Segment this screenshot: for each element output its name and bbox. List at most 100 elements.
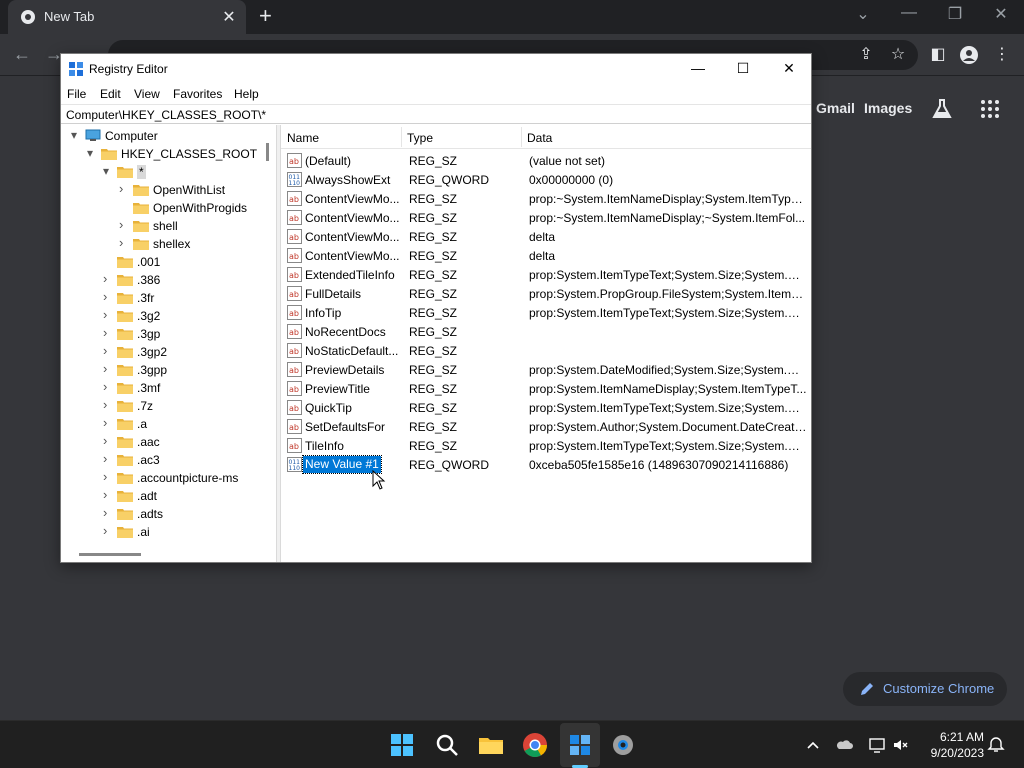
- table-row[interactable]: ab ExtendedTileInfo REG_SZ prop:System.Item…: [281, 265, 811, 284]
- bookmark-star-icon[interactable]: ☆: [886, 44, 910, 64]
- tree-collapsed-chevron-icon[interactable]: ›: [103, 487, 113, 502]
- onedrive-icon[interactable]: [836, 736, 854, 754]
- tree-collapsed-chevron-icon[interactable]: ›: [103, 469, 113, 484]
- browser-close-icon[interactable]: ✕: [986, 4, 1016, 24]
- menu-file[interactable]: File: [67, 87, 86, 101]
- browser-tab-new-tab[interactable]: New Tab ✕: [8, 0, 246, 34]
- tree-collapsed-chevron-icon[interactable]: ›: [103, 433, 113, 448]
- browser-minimize-icon[interactable]: —: [894, 4, 924, 22]
- table-row[interactable]: ab ContentViewMo... REG_SZ delta: [281, 227, 811, 246]
- browser-restore-icon[interactable]: ❐: [940, 4, 970, 24]
- volume-muted-icon[interactable]: [892, 736, 910, 754]
- tree-node-label: OpenWithProgids: [153, 201, 248, 215]
- tree-collapsed-chevron-icon[interactable]: ›: [103, 289, 113, 304]
- menu-edit[interactable]: Edit: [100, 87, 121, 101]
- tree-collapsed-chevron-icon[interactable]: ›: [103, 361, 113, 376]
- tree-collapsed-chevron-icon[interactable]: ›: [103, 397, 113, 412]
- tree-collapsed-chevron-icon[interactable]: ›: [103, 307, 113, 322]
- column-header-data[interactable]: Data: [527, 131, 552, 145]
- tree-collapsed-chevron-icon[interactable]: ›: [103, 523, 113, 538]
- chrome-app-icon[interactable]: [519, 729, 551, 761]
- tree-expanded-chevron-icon[interactable]: ▾: [87, 146, 97, 160]
- column-separator[interactable]: [401, 127, 402, 147]
- tree-collapsed-chevron-icon[interactable]: ›: [103, 505, 113, 520]
- customize-chrome-button[interactable]: Customize Chrome: [843, 672, 1007, 706]
- regedit-address-bar[interactable]: Computer\HKEY_CLASSES_ROOT\*: [61, 104, 811, 124]
- menu-help[interactable]: Help: [234, 87, 259, 101]
- regedit-maximize-icon[interactable]: ☐: [720, 54, 766, 84]
- regedit-taskbar-icon[interactable]: [564, 729, 596, 761]
- tree-collapsed-chevron-icon[interactable]: ›: [103, 343, 113, 358]
- search-icon[interactable]: [431, 729, 463, 761]
- table-row[interactable]: ab QuickTip REG_SZ prop:System.ItemTypeText…: [281, 398, 811, 417]
- tree-node-label: .adt: [137, 489, 158, 503]
- tab-search-chevron-icon[interactable]: ⌄: [848, 4, 878, 24]
- images-link[interactable]: Images: [864, 100, 912, 116]
- tree-collapsed-chevron-icon[interactable]: ›: [119, 217, 129, 232]
- value-name-edit-field[interactable]: New Value #1: [302, 455, 382, 474]
- column-separator[interactable]: [521, 127, 522, 147]
- gmail-link[interactable]: Gmail: [816, 100, 855, 116]
- tree-expanded-chevron-icon[interactable]: ▾: [71, 128, 81, 142]
- menu-view[interactable]: View: [134, 87, 160, 101]
- notification-bell-icon[interactable]: [987, 736, 1005, 754]
- menu-favorites[interactable]: Favorites: [173, 87, 222, 101]
- svg-text:ab: ab: [289, 347, 299, 356]
- table-row[interactable]: ab ContentViewMo... REG_SZ delta: [281, 246, 811, 265]
- tray-chevron-up-icon[interactable]: [804, 736, 822, 754]
- taskbar-clock[interactable]: 6:21 AM 9/20/2023: [922, 729, 984, 761]
- table-row[interactable]: ab ContentViewMo... REG_SZ prop:~System.Ite…: [281, 208, 811, 227]
- tree-horizontal-scrollbar[interactable]: [61, 547, 261, 562]
- column-header-name[interactable]: Name: [287, 131, 319, 145]
- tree-horizontal-scroll-thumb[interactable]: [79, 553, 141, 556]
- new-tab-icon[interactable]: +: [259, 4, 272, 28]
- table-row[interactable]: ab PreviewTitle REG_SZ prop:System.ItemName…: [281, 379, 811, 398]
- string-value-icon: ab: [287, 400, 302, 415]
- table-row[interactable]: ab (Default) REG_SZ (value not set): [281, 151, 811, 170]
- share-icon[interactable]: ⇪: [854, 44, 878, 64]
- tree-collapsed-chevron-icon[interactable]: ›: [103, 451, 113, 466]
- table-row[interactable]: 011 110 New Value #1 REG_QWORD 0xceba505fe15…: [281, 455, 811, 474]
- folder-icon: [117, 401, 133, 412]
- regedit-minimize-icon[interactable]: —: [675, 54, 721, 84]
- tree-collapsed-chevron-icon[interactable]: ›: [119, 181, 129, 196]
- table-row[interactable]: ab ContentViewMo... REG_SZ prop:~System.Ite…: [281, 189, 811, 208]
- regedit-close-icon[interactable]: ✕: [766, 54, 812, 84]
- side-panel-icon[interactable]: ◧: [926, 44, 950, 64]
- profile-avatar-icon[interactable]: [960, 46, 978, 64]
- settings-gear-icon[interactable]: [607, 729, 639, 761]
- table-row[interactable]: ab SetDefaultsFor REG_SZ prop:System.Author…: [281, 417, 811, 436]
- tree-vertical-scroll-thumb[interactable]: [266, 143, 269, 161]
- value-type: REG_SZ: [409, 249, 458, 263]
- start-windows-icon[interactable]: [386, 729, 418, 761]
- tree-collapsed-chevron-icon[interactable]: ›: [103, 379, 113, 394]
- table-row[interactable]: ab FullDetails REG_SZ prop:System.PropGroup…: [281, 284, 811, 303]
- table-row[interactable]: ab PreviewDetails REG_SZ prop:System.DateMo…: [281, 360, 811, 379]
- regedit-titlebar[interactable]: Registry Editor — ☐ ✕: [61, 54, 811, 84]
- chrome-favicon-icon: [21, 10, 35, 24]
- google-apps-grid-icon[interactable]: [980, 99, 1000, 119]
- table-row[interactable]: 011 110 AlwaysShowExt REG_QWORD 0x00000000 (…: [281, 170, 811, 189]
- labs-flask-icon[interactable]: [930, 97, 954, 121]
- table-row[interactable]: ab NoRecentDocs REG_SZ: [281, 322, 811, 341]
- table-row[interactable]: ab InfoTip REG_SZ prop:System.ItemTypeText;…: [281, 303, 811, 322]
- network-monitor-icon[interactable]: [868, 736, 886, 754]
- tree-collapsed-chevron-icon[interactable]: ›: [103, 271, 113, 286]
- table-row[interactable]: ab TileInfo REG_SZ prop:System.ItemTypeText…: [281, 436, 811, 455]
- string-value-icon: ab: [287, 153, 302, 168]
- tree-collapsed-chevron-icon[interactable]: ›: [103, 325, 113, 340]
- file-explorer-icon[interactable]: [475, 729, 507, 761]
- tree-collapsed-chevron-icon[interactable]: ›: [119, 235, 129, 250]
- svg-text:ab: ab: [289, 214, 299, 223]
- table-row[interactable]: ab NoStaticDefault... REG_SZ: [281, 341, 811, 360]
- tree-node-label: .7z: [137, 399, 154, 413]
- tree-expanded-chevron-icon[interactable]: ▾: [103, 164, 113, 178]
- chrome-menu-icon[interactable]: ⋮: [990, 44, 1014, 64]
- tree-collapsed-chevron-icon[interactable]: ›: [103, 415, 113, 430]
- value-type: REG_SZ: [409, 230, 458, 244]
- value-data: delta: [529, 230, 556, 244]
- back-arrow-icon[interactable]: ←: [10, 44, 34, 65]
- tab-close-icon[interactable]: ✕: [220, 7, 238, 27]
- column-header-type[interactable]: Type: [407, 131, 433, 145]
- tree-vertical-scrollbar[interactable]: [261, 125, 276, 549]
